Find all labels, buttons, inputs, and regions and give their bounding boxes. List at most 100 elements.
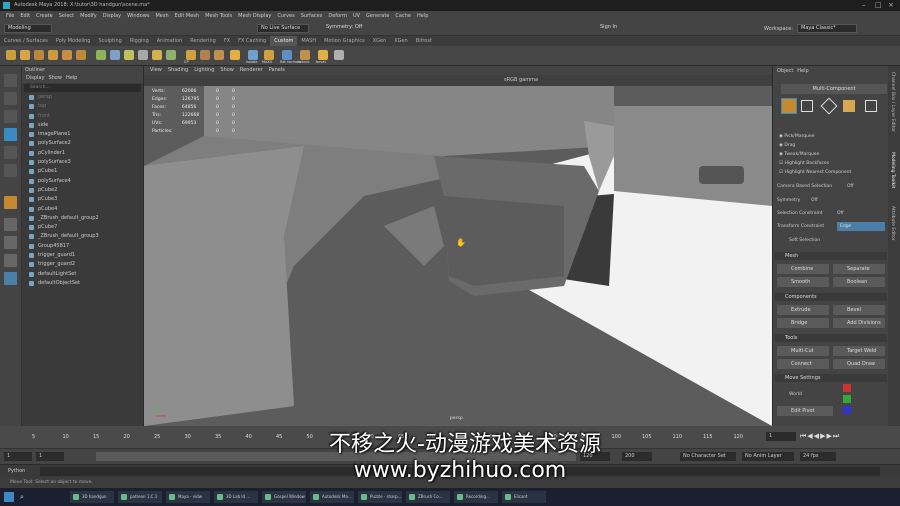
menu-item[interactable]: File — [6, 11, 14, 21]
outliner-item[interactable]: trigger_guard2 — [22, 260, 143, 269]
toolkit-menu-item[interactable]: Object — [777, 68, 793, 74]
smooth-button[interactable]: Smooth — [777, 277, 829, 287]
taskbar-app[interactable]: Recording... — [454, 491, 498, 503]
menu-item[interactable]: Cache — [395, 11, 411, 21]
outliner-item[interactable]: Group45817 — [22, 242, 143, 251]
layout-single-icon[interactable] — [4, 218, 17, 231]
attribute-editor-tab[interactable]: Attribute Editor — [890, 206, 895, 241]
maxv-icon[interactable] — [264, 50, 274, 60]
symmetry-value[interactable]: Off — [811, 198, 818, 203]
shelf-tab[interactable]: Rigging — [126, 36, 153, 46]
outliner-item[interactable]: defaultObjectSet — [22, 279, 143, 288]
toolkit-option[interactable]: ◉ Pick/Marquee — [779, 134, 814, 139]
outliner-item[interactable]: pCube4 — [22, 205, 143, 214]
mode-dropdown[interactable]: Modeling — [4, 24, 52, 33]
shelf-tab[interactable]: Poly Modeling — [52, 36, 95, 46]
outliner-item[interactable]: polySurface4 — [22, 177, 143, 186]
menu-item[interactable]: Select — [59, 11, 74, 21]
cube-icon[interactable] — [20, 50, 30, 60]
outliner-item[interactable]: polySurface2 — [22, 139, 143, 148]
smooth-icon[interactable] — [138, 50, 148, 60]
combine-icon[interactable] — [96, 50, 106, 60]
symmetry-field[interactable]: Symmetry: Off — [323, 24, 367, 33]
outliner-item[interactable]: side — [22, 121, 143, 130]
menu-item[interactable]: Modify — [80, 11, 97, 21]
edit-pivot-button[interactable]: Edit Pivot — [777, 406, 833, 416]
viewport-menu-item[interactable]: Shading — [168, 67, 188, 73]
range-start-field[interactable]: 1 — [36, 452, 64, 461]
outliner-item[interactable]: polySurface3 — [22, 158, 143, 167]
channel-box-tab[interactable]: Channel Box / Layer Editor — [890, 72, 895, 132]
x-axis-icon[interactable] — [843, 384, 851, 392]
paint-select-icon[interactable] — [4, 110, 17, 123]
shelf-extra-icon[interactable] — [334, 50, 344, 60]
character-set-field[interactable]: No Character Set — [680, 452, 736, 461]
object-mode-icon[interactable] — [781, 98, 797, 114]
cp-icon[interactable] — [186, 50, 196, 60]
viewport-panel[interactable]: View Shading Lighting Show Renderer Panels sR… — [144, 66, 772, 426]
last-tool-icon[interactable] — [4, 196, 17, 209]
layout-outliner-icon[interactable] — [4, 272, 17, 285]
cylinder-icon[interactable] — [34, 50, 44, 60]
start-frame-field[interactable]: 1 — [4, 452, 32, 461]
taskbar-app[interactable]: ZBrush Co... — [406, 491, 450, 503]
color-space-field[interactable]: sRGB gamma — [504, 77, 538, 83]
bridge-button[interactable]: Bridge — [777, 318, 829, 328]
vertex-mode-icon[interactable] — [801, 100, 813, 112]
outliner-item[interactable]: pCube3 — [22, 195, 143, 204]
menu-item[interactable]: Deform — [328, 11, 347, 21]
taskbar-app[interactable]: Elicant — [502, 491, 546, 503]
outliner-menu-item[interactable]: Help — [66, 75, 77, 81]
maximize-icon[interactable]: □ — [875, 0, 882, 11]
minimize-icon[interactable]: – — [862, 0, 866, 11]
flat-normals-icon[interactable] — [282, 50, 292, 60]
tools-section-header[interactable]: Tools — [775, 334, 887, 342]
viewport-menu-item[interactable]: Lighting — [194, 67, 214, 73]
outliner-item[interactable]: _ZBrush_default_group3 — [22, 232, 143, 241]
separate-button[interactable]: Separate — [833, 264, 885, 274]
outliner-item[interactable]: pCube1 — [22, 167, 143, 176]
taskbar-app[interactable]: Maya - vidw — [166, 491, 210, 503]
outliner-item[interactable]: trigger_guard1 — [22, 251, 143, 260]
menu-item[interactable]: Mesh Display — [238, 11, 271, 21]
menu-item[interactable]: Display — [103, 11, 121, 21]
shelf-tab[interactable]: Rendering — [186, 36, 220, 46]
multi-cut-button[interactable]: Multi-Cut — [777, 346, 829, 356]
outliner-item[interactable]: imagePlane1 — [22, 130, 143, 139]
soft-selection-label[interactable]: Soft Selection — [789, 238, 820, 243]
layout-four-icon[interactable] — [4, 236, 17, 249]
outliner-item[interactable]: front — [22, 112, 143, 121]
shelf-tab[interactable]: Custom — [270, 36, 298, 46]
select-tool-icon[interactable] — [4, 74, 17, 87]
taskbar-app[interactable]: 3D Lab ld ... — [214, 491, 258, 503]
outliner-menu-item[interactable]: Show — [48, 75, 62, 81]
selection-constraint-value[interactable]: Off — [837, 211, 844, 216]
plane-icon[interactable] — [62, 50, 72, 60]
extract-icon[interactable] — [124, 50, 134, 60]
script-language-label[interactable]: Python — [8, 468, 25, 474]
menu-item[interactable]: Generate — [366, 11, 389, 21]
shelf-tab[interactable]: Animation — [153, 36, 187, 46]
toolkit-option[interactable]: ◉ Tweak/Marquee — [779, 152, 819, 157]
z-axis-icon[interactable] — [843, 406, 851, 414]
live-surface-field[interactable]: No Live Surface — [257, 24, 309, 33]
shelf-tab[interactable]: Curves / Surfaces — [0, 36, 52, 46]
lasso-tool-icon[interactable] — [4, 92, 17, 105]
merge-icon[interactable] — [214, 50, 224, 60]
sphere-icon[interactable] — [6, 50, 16, 60]
taskbar-app[interactable]: Gospel Window — [262, 491, 306, 503]
menu-item[interactable]: Curves — [277, 11, 294, 21]
outliner-item[interactable]: pCylinder1 — [22, 149, 143, 158]
outliner-item[interactable]: persp — [22, 93, 143, 102]
toolkit-option[interactable]: ☑ Highlight Backfaces — [779, 161, 829, 166]
fps-field[interactable]: 24 fps — [800, 452, 836, 461]
camera-based-value[interactable]: Off — [847, 184, 854, 189]
torus-icon[interactable] — [76, 50, 86, 60]
center-pivot-icon[interactable] — [230, 50, 240, 60]
bevel-shelf-icon[interactable] — [318, 50, 328, 60]
extrude-button[interactable]: Extrude — [777, 305, 829, 315]
shelf-tab[interactable]: Motion Graphics — [320, 36, 369, 46]
face-mode-icon[interactable] — [843, 100, 855, 112]
mesh-section-header[interactable]: Mesh — [775, 252, 887, 260]
menu-item[interactable]: Edit — [20, 11, 30, 21]
